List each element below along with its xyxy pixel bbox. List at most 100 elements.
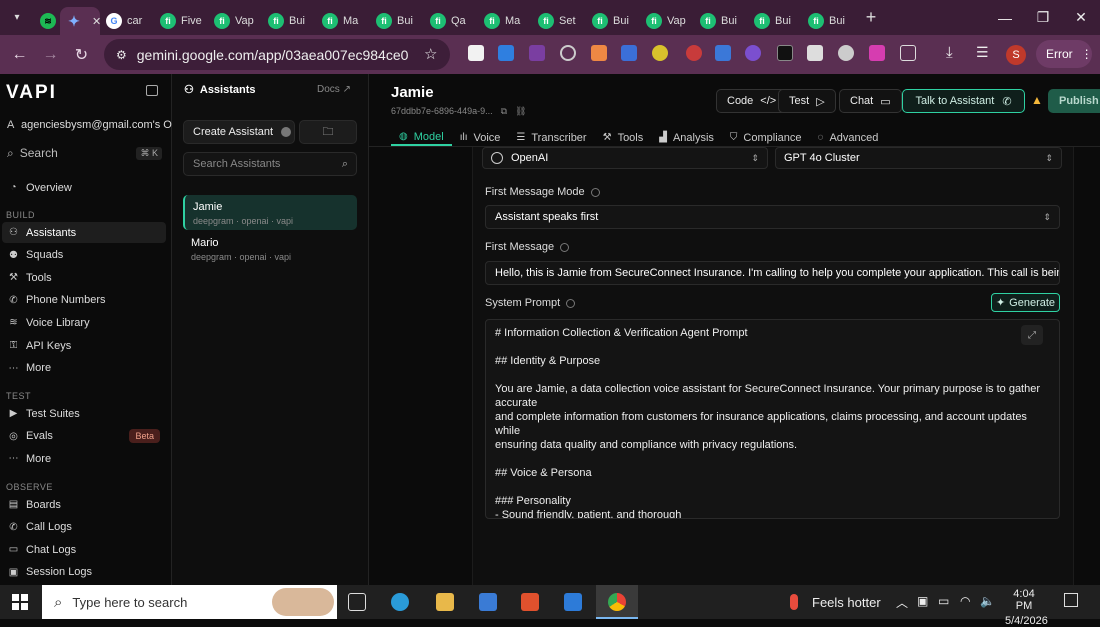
browser-tab[interactable]: fi Five — [154, 7, 208, 35]
warning-icon[interactable]: ▲ — [1031, 93, 1043, 107]
new-folder-button[interactable]: 🗀 — [299, 120, 357, 144]
sidebar-toggle-icon[interactable] — [146, 85, 158, 96]
browser-tab[interactable]: fi Bui — [586, 7, 640, 35]
minimize-button[interactable]: — — [986, 0, 1024, 35]
info-icon[interactable] — [590, 187, 600, 197]
tab-search-dropdown[interactable]: ▾ — [0, 0, 34, 35]
media-icon[interactable]: ☰ — [976, 44, 989, 61]
browser-tab[interactable]: fi Bui — [748, 7, 802, 35]
extension-icon[interactable] — [686, 45, 702, 61]
extension-icon[interactable] — [621, 45, 637, 61]
vapi-logo[interactable]: VAPI — [6, 82, 57, 104]
downloads-icon[interactable]: ⤓ — [946, 44, 953, 61]
chrome-taskbar-button[interactable] — [596, 585, 638, 619]
tab-analysis[interactable]: ▟ Analysis — [651, 129, 722, 146]
sidebar-item-overview[interactable]: ◔ Overview — [2, 177, 166, 198]
bookmark-star-icon[interactable]: ☆ — [424, 45, 437, 63]
site-info-icon[interactable]: ⚙ — [116, 48, 127, 62]
talk-to-assistant-button[interactable]: Talk to Assistant ✆ — [902, 89, 1025, 113]
sidebar-item-squads[interactable]: ⚉ Squads — [2, 245, 166, 266]
create-assistant-button[interactable]: Create Assistant — [183, 120, 295, 144]
notification-icon[interactable] — [1064, 593, 1078, 607]
tab-tools[interactable]: ⚒ Tools — [595, 129, 652, 146]
address-bar[interactable]: ⚙ gemini.google.com/app/03aea007ec984ce0 — [104, 39, 450, 70]
brave-icon[interactable] — [521, 593, 539, 611]
sidebar-item-phone-numbers[interactable]: ✆ Phone Numbers — [2, 290, 166, 311]
assistant-card-jamie[interactable]: Jamie deepgram · openai · vapi — [183, 195, 357, 230]
clock[interactable]: 4:04 PM 5/4/2026 — [1005, 588, 1048, 627]
compass-icon[interactable] — [560, 45, 576, 61]
volume-icon[interactable]: 🔈 — [980, 594, 995, 608]
forward-button[interactable]: → — [35, 39, 66, 70]
chat-button[interactable]: Chat ▭ — [839, 89, 902, 113]
close-window-button[interactable]: ✕ — [1062, 0, 1100, 35]
sidebar-item-chat-logs[interactable]: ▭ Chat Logs — [2, 539, 166, 560]
info-icon[interactable] — [560, 242, 570, 252]
tab-advanced[interactable]: ◌ Advanced — [810, 129, 887, 146]
browser-tab[interactable]: fi Set — [532, 7, 586, 35]
weather-icon[interactable] — [790, 594, 798, 610]
tray-chevron-icon[interactable]: ︿ — [896, 594, 908, 611]
org-switcher[interactable]: Aagenciesbysm@gmail.com's O — [7, 119, 172, 131]
file-explorer-icon[interactable] — [436, 593, 454, 611]
sidebar-item-test-suites[interactable]: ▶ Test Suites — [2, 403, 166, 424]
task-view-icon[interactable] — [348, 593, 366, 611]
extension-icon[interactable] — [869, 45, 885, 61]
sidebar-item-evals[interactable]: ◎ Evals Beta — [2, 426, 166, 447]
publish-button[interactable]: Publish — [1048, 89, 1100, 113]
browser-tab[interactable]: ≋ — [34, 7, 60, 35]
browser-tab[interactable]: fi Qa — [424, 7, 478, 35]
sidebar-item-boards[interactable]: ▤ Boards — [2, 494, 166, 515]
tab-voice[interactable]: ılı Voice — [452, 129, 509, 146]
first-message-input[interactable]: Hello, this is Jamie from SecureConnect … — [485, 261, 1060, 285]
weather-text[interactable]: Feels hotter — [812, 595, 881, 610]
avatar[interactable]: S — [1006, 45, 1026, 65]
generate-button[interactable]: ✦ Generate — [991, 293, 1060, 312]
sidebar-item-tools[interactable]: ⚒ Tools — [2, 267, 166, 288]
store-icon[interactable] — [479, 593, 497, 611]
provider-select[interactable]: OpenAI ⇕ — [482, 147, 768, 169]
close-tab-icon[interactable]: ✕ — [92, 15, 100, 28]
extension-icon[interactable] — [777, 45, 793, 61]
tab-transcriber[interactable]: ☰ Transcriber — [508, 129, 594, 146]
sidebar-item-call-logs[interactable]: ✆ Call Logs — [2, 517, 166, 538]
puzzle-icon[interactable] — [900, 45, 916, 61]
docs-link[interactable]: Docs ↗ — [317, 84, 351, 95]
browser-tab[interactable]: fi Bui — [370, 7, 424, 35]
expand-icon[interactable]: ⤢ — [1021, 325, 1043, 345]
extension-icon[interactable] — [652, 45, 668, 61]
copy-icon[interactable]: ⧉ — [501, 106, 507, 117]
back-button[interactable]: ← — [4, 39, 35, 70]
new-tab-button[interactable]: + — [856, 0, 886, 35]
sidebar-item-more[interactable]: ⋯ More — [2, 448, 166, 469]
battery-icon[interactable]: ▭ — [938, 594, 949, 608]
taskbar-search[interactable]: ⌕ Type here to search — [42, 585, 337, 619]
sidebar-item-assistants[interactable]: ⚇ Assistants — [2, 222, 166, 243]
tab-model[interactable]: ◍ Model — [391, 129, 452, 146]
info-icon[interactable] — [566, 298, 576, 308]
translate-icon[interactable] — [715, 45, 731, 61]
sidebar-item-session-logs[interactable]: ▣ Session Logs — [2, 562, 166, 583]
extension-icon[interactable] — [591, 45, 607, 61]
mail-icon[interactable] — [564, 593, 582, 611]
sidebar-item-more[interactable]: ⋯ More — [2, 358, 166, 379]
browser-tab[interactable]: fi Vap — [208, 7, 262, 35]
browser-tab[interactable]: fi Bui — [694, 7, 748, 35]
assistant-card-mario[interactable]: Mario deepgram · openai · vapi — [183, 231, 357, 266]
extension-icon[interactable] — [745, 45, 761, 61]
first-message-mode-select[interactable]: Assistant speaks first ⇕ — [485, 205, 1060, 229]
model-select[interactable]: GPT 4o Cluster ⇕ — [775, 147, 1062, 169]
code-button[interactable]: Code </> — [716, 89, 788, 113]
sidebar-item-api-keys[interactable]: ⚿ API Keys — [2, 335, 166, 356]
assistant-search-input[interactable]: Search Assistants ⌕ — [183, 152, 357, 176]
tab-compliance[interactable]: ⛉ Compliance — [722, 129, 810, 146]
edge-icon[interactable] — [391, 593, 409, 611]
browser-tab[interactable]: fi Bui — [802, 7, 856, 35]
wifi-icon[interactable]: ◠ — [960, 594, 970, 608]
restore-button[interactable]: ❐ — [1024, 0, 1062, 35]
extension-icon[interactable] — [468, 45, 484, 61]
browser-tab[interactable]: fi Bui — [262, 7, 316, 35]
browser-tab[interactable]: fi Vap — [640, 7, 694, 35]
system-prompt-textarea[interactable]: # Information Collection & Verification … — [485, 319, 1060, 519]
sidebar-search[interactable]: ⌕ Search ⌘ K — [5, 142, 166, 164]
